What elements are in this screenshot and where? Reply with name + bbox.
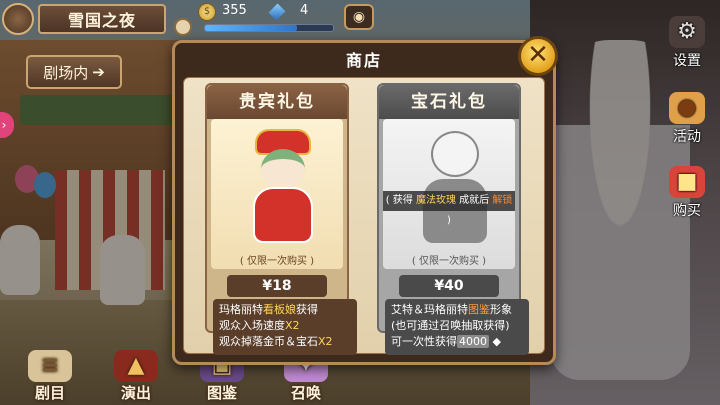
gem-pack-card[interactable]: 宝石礼包 ( 获得 魔法玫瑰 成就后 解锁 ) ( 仅限一次购买 ) ¥40 (377, 83, 521, 333)
gem-icon: ◆ (489, 335, 501, 348)
clock-icon[interactable] (174, 18, 192, 36)
buy-button[interactable]: ■ 购买 (662, 166, 712, 220)
vip-pack-description: 玛格丽特看板娘获得 观众入场速度X2 观众掉落金币＆宝石X2 (213, 299, 357, 355)
nav-script[interactable]: ≡ 剧目 (20, 350, 80, 403)
gem-pack-limit: ( 仅限一次购买 ) (411, 256, 487, 267)
gem-pack-price-button[interactable]: ¥40 (399, 275, 499, 297)
vip-pack-limit: ( 仅限一次购买 ) (239, 256, 315, 267)
coin-count: 355 (222, 3, 247, 18)
arrow-right-icon: ➔ (92, 63, 105, 81)
monkey-icon: ● (669, 92, 705, 124)
shop-title: 商店 (345, 51, 382, 70)
vip-pack-art: ( 仅限一次购买 ) (211, 119, 343, 269)
camera-icon[interactable]: ◉ (344, 4, 374, 30)
scroll-icon: ≡ (28, 350, 72, 382)
vip-pack-price-button[interactable]: ¥18 (227, 275, 327, 297)
settings-label: 设置 (673, 53, 701, 69)
chibi-locked-illustration (413, 127, 497, 251)
close-icon[interactable]: ✕ (518, 36, 558, 76)
gem-pack-description: 艾特＆玛格丽特图鉴形象 (也可通过召唤抽取获得) 可一次性获得 4000 ◆ (385, 299, 529, 355)
gear-icon: ⚙ (669, 16, 705, 48)
gem-pack-title: 宝石礼包 (379, 85, 519, 119)
settings-button[interactable]: ⚙ 设置 (662, 16, 712, 70)
circle-menu-icon[interactable] (2, 3, 34, 35)
gift-box-icon: ■ (669, 166, 705, 198)
nav-perform-label: 演出 (120, 384, 151, 402)
gem-pack-unlock-notice: ( 获得 魔法玫瑰 成就后 解锁 ) (383, 191, 515, 226)
vip-pack-card[interactable]: 贵宾礼包 ( 仅限一次购买 ) ¥18 (205, 83, 349, 333)
gem-pack-art: ( 获得 魔法玫瑰 成就后 解锁 ) ( 仅限一次购买 ) (383, 119, 515, 269)
nav-summon-label: 召唤 (290, 384, 321, 402)
coin-icon: $ (198, 3, 216, 21)
theater-button-label: 剧场内 (43, 63, 89, 82)
chibi-queen-illustration (249, 129, 317, 249)
events-button[interactable]: ● 活动 (662, 92, 712, 146)
events-label: 活动 (673, 129, 701, 145)
energy-bar-fill (205, 25, 298, 31)
shop-dialog: 商店 贵宾礼包 ( 仅限一次购买 ) ¥18 宝石礼包 ( 获得 魔法玫瑰 成就… (172, 40, 556, 365)
location-title: 雪国之夜 (38, 4, 166, 34)
theater-button[interactable]: 剧场内 ➔ (26, 55, 122, 89)
nav-script-label: 剧目 (34, 384, 65, 402)
vip-pack-title: 贵宾礼包 (207, 85, 347, 119)
energy-bar (204, 24, 334, 32)
stage-icon: ▲ (114, 350, 158, 382)
gem-count: 4 (300, 3, 309, 18)
nav-perform[interactable]: ▲ 演出 (106, 350, 166, 403)
buy-label: 购买 (673, 203, 701, 219)
nav-catalog-label: 图鉴 (206, 384, 237, 402)
